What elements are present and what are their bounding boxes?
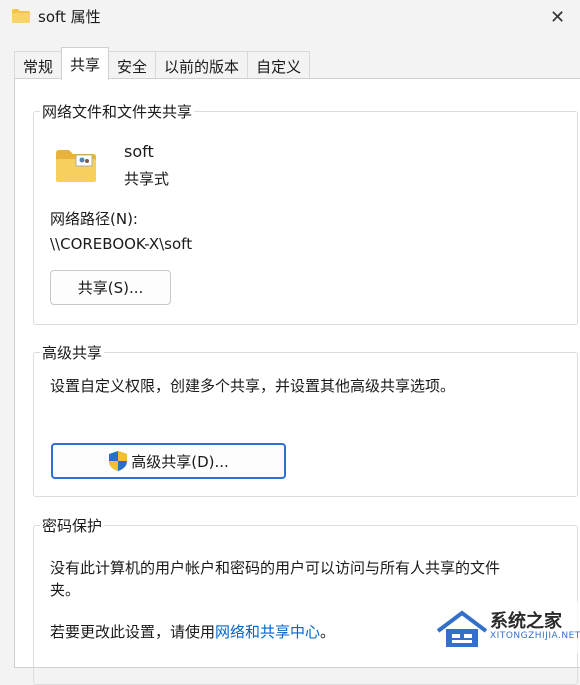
password-protection-title: 密码保护 <box>40 515 105 536</box>
tab-previous-versions[interactable]: 以前的版本 <box>155 51 249 80</box>
network-path-label: 网络路径(N): <box>50 210 138 228</box>
advanced-sharing-description: 设置自定义权限，创建多个共享，并设置其他高级共享选项。 <box>50 377 456 395</box>
password-description-line2: 夹。 <box>50 581 81 599</box>
tab-strip: 常规 共享 安全 以前的版本 自定义 <box>14 47 311 80</box>
sharing-panel: 网络文件和文件夹共享 soft 共享式 网络路径(N): \\COREBOOK-… <box>14 78 580 685</box>
shared-folder-icon <box>56 150 96 182</box>
advanced-sharing-group: 高级共享 设置自定义权限，创建多个共享，并设置其他高级共享选项。 高级共享(D)… <box>33 342 578 497</box>
window-title: soft 属性 <box>38 8 101 26</box>
tab-security[interactable]: 安全 <box>108 51 157 80</box>
watermark-name: 系统之家 <box>490 611 562 632</box>
close-icon: ✕ <box>549 6 566 28</box>
watermark-url: XITONGZHIJIA.NET <box>490 631 580 641</box>
password-description-line1: 没有此计算机的用户帐户和密码的用户可以访问与所有人共享的文件 <box>50 559 501 577</box>
folder-icon <box>12 9 30 23</box>
network-sharing-group: 网络文件和文件夹共享 soft 共享式 网络路径(N): \\COREBOOK-… <box>33 101 578 325</box>
share-status: 共享式 <box>124 170 170 188</box>
advanced-sharing-button[interactable]: 高级共享(D)... <box>51 443 286 479</box>
tab-sharing[interactable]: 共享 <box>61 47 110 80</box>
network-sharing-title: 网络文件和文件夹共享 <box>40 101 195 122</box>
tab-customize[interactable]: 自定义 <box>247 51 311 80</box>
change-setting-text: 若要更改此设置，请使用网络和共享中心。 <box>50 623 336 641</box>
watermark: 系统之家 XITONGZHIJIA.NET <box>432 601 580 653</box>
watermark-logo <box>436 610 488 647</box>
network-path-value: \\COREBOOK-X\soft <box>50 235 193 253</box>
network-sharing-center-link[interactable]: 网络和共享中心 <box>215 623 320 641</box>
title-bar: soft 属性 ✕ <box>0 0 580 34</box>
share-button[interactable]: 共享(S)... <box>50 270 171 305</box>
advanced-sharing-title: 高级共享 <box>40 342 105 363</box>
close-button[interactable]: ✕ <box>535 0 580 34</box>
uac-shield-icon <box>109 451 128 471</box>
folder-name: soft <box>124 142 154 161</box>
tab-general[interactable]: 常规 <box>14 51 63 80</box>
